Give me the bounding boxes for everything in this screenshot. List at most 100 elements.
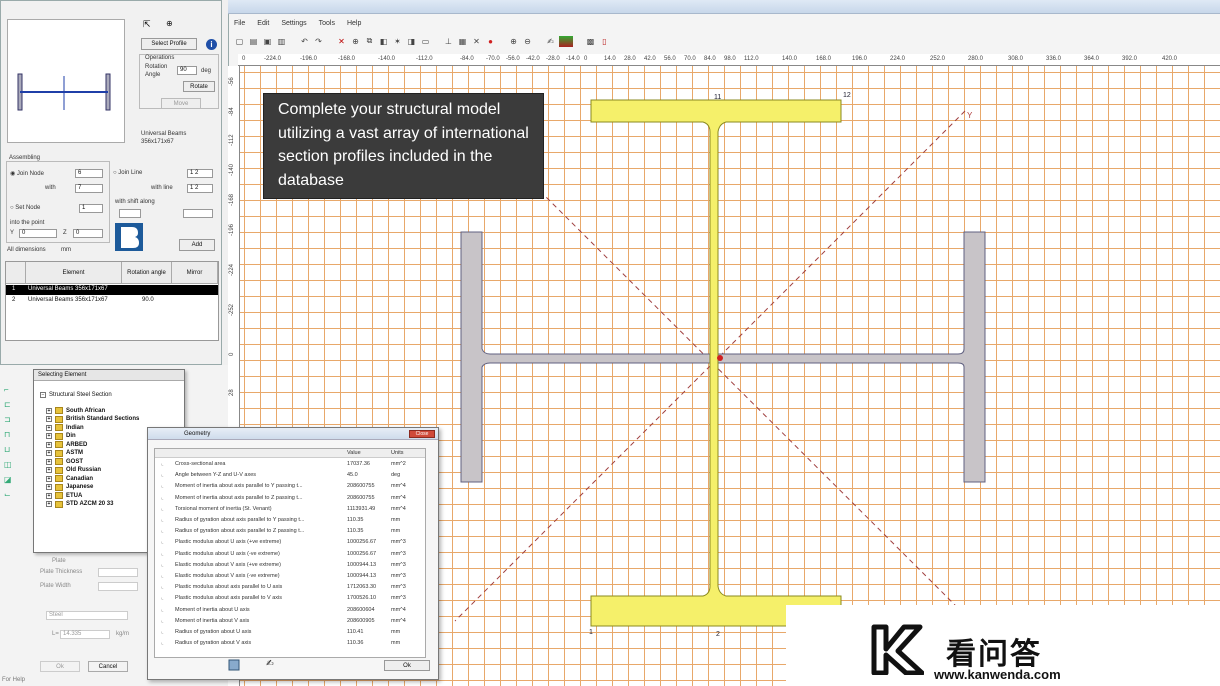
expand-icon[interactable]: + (46, 475, 52, 482)
table-header-element[interactable]: Element (26, 262, 122, 284)
close-button[interactable]: Close (409, 430, 435, 438)
expand-icon[interactable]: + (46, 492, 52, 499)
plate-thickness-input[interactable] (98, 568, 138, 577)
page-icon[interactable]: ▭ (420, 36, 431, 47)
chart-icon[interactable] (228, 659, 240, 671)
axes-icon[interactable]: ✕ (471, 36, 482, 47)
table-row[interactable]: ⌞ Moment of inertia about axis parallel t… (155, 494, 425, 503)
tool-icon[interactable]: ◫ (4, 460, 16, 469)
calc-icon[interactable]: ✍ (545, 36, 556, 47)
undo-icon[interactable]: ↶ (299, 36, 310, 47)
tool-icon[interactable]: ⌐ (4, 385, 16, 394)
delete-icon[interactable]: ✕ (336, 36, 347, 47)
expand-icon[interactable]: + (46, 416, 52, 422)
y-input[interactable]: 0 (19, 229, 57, 238)
table-row[interactable]: ⌞ Radius of gyration about U axis 110.41 mm (155, 628, 425, 637)
steel-select[interactable]: Steel (46, 611, 128, 620)
move-button[interactable]: Move (161, 98, 201, 109)
table-row[interactable]: ⌞ Radius of gyration about axis parallel … (155, 527, 425, 536)
join-line-input[interactable]: 1 2 (187, 169, 213, 178)
expand-icon[interactable]: + (46, 467, 52, 473)
length-input[interactable]: 14.335 (60, 630, 110, 639)
table-row[interactable]: 1 Universal Beams 356x171x67 (6, 285, 218, 295)
table-row[interactable]: ⌞ Elastic modulus about V axis (+ve extre… (155, 561, 425, 570)
expand-icon[interactable]: + (46, 450, 52, 456)
info-icon[interactable]: i (206, 39, 217, 50)
color-icon[interactable] (559, 35, 573, 47)
table-row[interactable]: ⌞ Moment of inertia about U axis 208600604… (155, 606, 425, 615)
new-file-icon[interactable]: ▢ (234, 36, 245, 47)
expand-icon[interactable]: + (46, 501, 52, 507)
table-row[interactable]: ⌞ Moment of inertia about axis parallel t… (155, 482, 425, 491)
join-node-radio[interactable]: ◉ Join Node (10, 170, 44, 177)
menu-help[interactable]: Help (347, 20, 361, 27)
with-line-input[interactable]: 1 2 (187, 184, 213, 193)
menu-settings[interactable]: Settings (281, 20, 306, 27)
set-node-radio[interactable]: ○ Set Node (10, 205, 40, 211)
tool-icon[interactable]: ⊏ (4, 400, 16, 409)
table-header-rotation[interactable]: Rotation angle (122, 262, 172, 284)
tool-icon[interactable]: ◪ (4, 475, 16, 484)
table-row[interactable]: ⌞ Radius of gyration about V axis 110.36 mm (155, 639, 425, 648)
zoom-in-icon[interactable]: ⊕ (508, 36, 519, 47)
edit-icon[interactable]: ✍ (266, 658, 274, 669)
table-row[interactable]: ⌞ Cross-sectional area 17037.36 mm^2 (155, 460, 425, 469)
expand-icon[interactable]: + (46, 484, 52, 490)
cancel-button[interactable]: Cancel (88, 661, 128, 672)
zoom-icon[interactable]: ⊕ (166, 19, 173, 28)
dot-icon[interactable]: ● (485, 36, 496, 47)
rotate-button[interactable]: Rotate (183, 81, 215, 92)
plate-width-input[interactable] (98, 582, 138, 591)
grid-icon[interactable]: ▦ (457, 36, 468, 47)
with-input[interactable]: 7 (75, 184, 103, 193)
node-icon[interactable]: ⊕ (350, 36, 361, 47)
expand-icon[interactable]: + (46, 424, 52, 431)
window-icon[interactable]: ▩ (585, 36, 596, 47)
pointer-icon[interactable]: ⇱ (143, 19, 151, 30)
table-row[interactable]: ⌞ Moment of inertia about V axis 208600905… (155, 617, 425, 626)
fill-icon[interactable]: ◨ (406, 36, 417, 47)
add-button[interactable]: Add (179, 239, 215, 251)
menu-edit[interactable]: Edit (257, 20, 269, 27)
expand-icon[interactable]: + (46, 441, 52, 448)
table-row[interactable]: ⌞ Radius of gyration about axis parallel … (155, 516, 425, 525)
table-row[interactable]: ⌞ Plastic modulus about U axis (+ve extre… (155, 538, 425, 547)
table-row[interactable]: ⌞ Elastic modulus about V axis (-ve extre… (155, 572, 425, 581)
section-icon[interactable]: ◧ (378, 36, 389, 47)
ok-button[interactable]: Ok (40, 661, 80, 672)
tool-icon[interactable]: ⊐ (4, 415, 16, 424)
menu-tools[interactable]: Tools (319, 20, 335, 27)
ok-button[interactable]: Ok (384, 660, 430, 671)
copy-icon[interactable]: ⧉ (364, 36, 375, 47)
table-row[interactable]: ⌞ Angle between Y-Z and U-V axes 45.0 deg (155, 471, 425, 480)
table-row[interactable]: ⌞ Plastic modulus about U axis (-ve extre… (155, 550, 425, 559)
redo-icon[interactable]: ↷ (313, 36, 324, 47)
star-icon[interactable]: ✶ (392, 36, 403, 47)
align-icon[interactable]: ⊥ (443, 36, 454, 47)
tool-icon[interactable]: ⊔ (4, 445, 16, 454)
tool-icon[interactable]: ⌙ (4, 490, 16, 499)
set-node-input[interactable]: 1 (79, 204, 103, 213)
table-row[interactable]: 2 Universal Beams 356x171x67 90.0 (6, 296, 218, 306)
tool-icon[interactable]: ⊓ (4, 430, 16, 439)
collapse-icon[interactable]: − (40, 391, 46, 398)
zoom-out-icon[interactable]: ⊖ (522, 36, 533, 47)
doc-icon[interactable]: ▯ (599, 36, 610, 47)
z-input[interactable]: 0 (73, 229, 103, 238)
tree-item[interactable]: + STD AZCM 20 33 (46, 500, 113, 509)
expand-icon[interactable]: + (46, 407, 52, 414)
table-header-mirror[interactable]: Mirror (172, 262, 218, 284)
angle-input[interactable]: 90 (177, 66, 197, 75)
save-icon[interactable]: ▣ (262, 36, 273, 47)
open-folder-icon[interactable]: ▤ (248, 36, 259, 47)
select-profile-button[interactable]: Select Profile (141, 38, 197, 50)
shift-p-input[interactable] (119, 209, 141, 218)
table-row[interactable]: ⌞ Plastic modulus about axis parallel to … (155, 594, 425, 603)
expand-icon[interactable]: + (46, 458, 52, 465)
join-line-radio[interactable]: ○ Join Line (113, 170, 142, 176)
join-node-input[interactable]: 6 (75, 169, 103, 178)
print-icon[interactable]: ▥ (276, 36, 287, 47)
table-row[interactable]: ⌞ Torsional moment of inertia (St. Venant… (155, 505, 425, 514)
expand-icon[interactable]: + (46, 433, 52, 439)
menu-file[interactable]: File (234, 20, 245, 27)
